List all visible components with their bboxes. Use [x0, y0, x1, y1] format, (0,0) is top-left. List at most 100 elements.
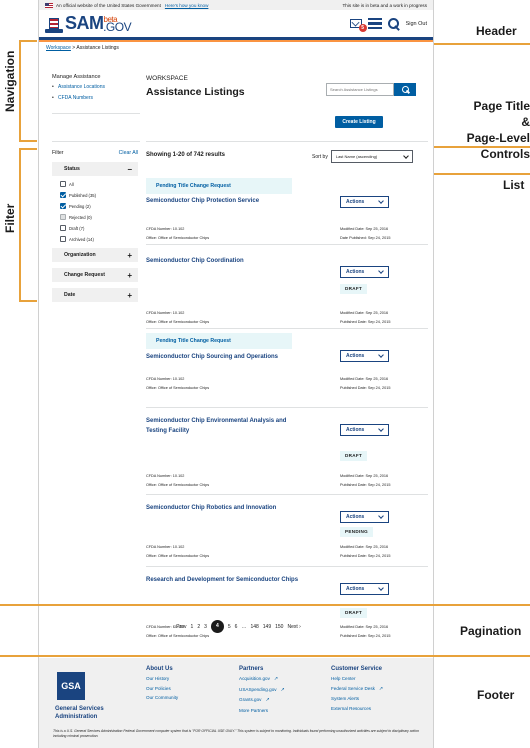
- gsa-logo[interactable]: GSA: [57, 672, 85, 700]
- footer-external-link[interactable]: USASpending.gov: [239, 687, 285, 693]
- nav-item-assistance-locations[interactable]: Assistance Locations: [52, 84, 142, 90]
- footer-link[interactable]: System Alerts: [331, 696, 383, 701]
- list-item: Pending Title Change Request Semiconduct…: [146, 174, 428, 245]
- footer-link[interactable]: External Resources: [331, 706, 383, 711]
- list-item: Pending Title Change Request Semiconduct…: [146, 329, 428, 408]
- page-link[interactable]: 1: [191, 624, 194, 630]
- page-link[interactable]: 6: [235, 624, 238, 630]
- listing-title[interactable]: Semiconductor Chip Coordination: [146, 256, 301, 266]
- page-link[interactable]: 150: [275, 624, 283, 630]
- search-icon[interactable]: [387, 17, 400, 30]
- office: Office: Office of Semiconductor Chips: [146, 483, 210, 487]
- pagination: ‹ Prev 1 2 3 4 5 6 … 148 149 150 Next ›: [39, 620, 433, 633]
- footer-external-link[interactable]: Federal Service Desk: [331, 686, 383, 692]
- sort-select[interactable]: Last Name (ascending): [330, 150, 413, 163]
- next-page-link[interactable]: Next ›: [287, 624, 300, 630]
- checkbox-checked[interactable]: [60, 192, 66, 198]
- checkbox[interactable]: [60, 225, 66, 231]
- sign-out-link[interactable]: Sign Out: [406, 21, 427, 27]
- status-option[interactable]: All: [60, 181, 138, 187]
- checkbox-checked[interactable]: [60, 203, 66, 209]
- filter-organization-toggle[interactable]: Organization +: [52, 248, 138, 262]
- heres-how-link[interactable]: Here's how you know: [165, 3, 209, 8]
- title-annotation-line1: Page Title &: [473, 99, 530, 129]
- published-date: Date Published: Sep 24, 2015: [340, 236, 391, 240]
- listing-title[interactable]: Research and Development for Semiconduct…: [146, 575, 301, 585]
- listing-dates: Modified Date: Sep 25, 2016 Date Publishe…: [340, 227, 390, 245]
- footer-column-title: Customer Service: [331, 666, 383, 672]
- actions-button[interactable]: Actions: [340, 511, 389, 523]
- title-annotation: Page Title & Page-Level Controls: [462, 98, 530, 162]
- prev-page-link[interactable]: ‹ Prev: [173, 624, 186, 630]
- list-annotation-line: [434, 173, 530, 175]
- office: Office: Office of Semiconductor Chips: [146, 554, 210, 558]
- site-header: SAM beta .GOV 5 Sign Out: [39, 10, 433, 40]
- logo-beta: beta: [103, 15, 118, 24]
- footer-link[interactable]: Our History: [146, 676, 178, 681]
- footer-external-link[interactable]: Acquisition.gov: [239, 676, 285, 682]
- footer-link[interactable]: Our Policies: [146, 686, 178, 691]
- listing-title[interactable]: Semiconductor Chip Sourcing and Operatio…: [146, 352, 301, 362]
- published-date: Published Date: Sep 24, 2015: [340, 634, 391, 638]
- footer-link[interactable]: More Partners: [239, 708, 285, 713]
- nav-item-cfda-numbers[interactable]: CFDA Numbers: [52, 95, 142, 101]
- site-footer: GSA General Services Administration Abou…: [39, 658, 433, 748]
- footer-link[interactable]: Help Center: [331, 676, 383, 681]
- chevron-down-icon: [378, 268, 384, 274]
- search-button[interactable]: [394, 83, 416, 96]
- mail-icon[interactable]: 5: [349, 19, 367, 32]
- listing-title[interactable]: Semiconductor Chip Robotics and Innovati…: [146, 503, 301, 513]
- status-option[interactable]: Archived (14): [60, 236, 138, 242]
- filter-date-toggle[interactable]: Date +: [52, 288, 138, 302]
- cfda-number: CFDA Number: 10.102: [146, 377, 185, 381]
- page-title-block: WORKSPACE Assistance Listings: [146, 75, 245, 98]
- listing-meta: CFDA Number: 10.102 Office: Office of Sem…: [146, 227, 209, 245]
- list-item: Semiconductor Chip Robotics and Innovati…: [146, 503, 428, 567]
- filter-section-title: Organization: [64, 252, 96, 258]
- actions-button[interactable]: Actions: [340, 583, 389, 595]
- page-link[interactable]: 2: [197, 624, 200, 630]
- uncle-sam-hat-icon: [45, 18, 63, 34]
- search-input[interactable]: [326, 83, 394, 96]
- footer-link[interactable]: Our Community: [146, 695, 178, 700]
- actions-button[interactable]: Actions: [340, 350, 389, 362]
- actions-label: Actions: [346, 586, 365, 592]
- page-link[interactable]: 3: [204, 624, 207, 630]
- breadcrumb-workspace[interactable]: Workspace: [46, 45, 71, 51]
- gsa-name: General Services Administration: [55, 706, 104, 720]
- listing-title[interactable]: Semiconductor Chip Protection Service: [146, 196, 301, 206]
- checkbox[interactable]: [60, 181, 66, 187]
- actions-button[interactable]: Actions: [340, 196, 389, 208]
- listing-title[interactable]: Semiconductor Chip Environmental Analysi…: [146, 416, 301, 436]
- filter-status-title: Status: [64, 166, 80, 172]
- checkbox-disabled: [60, 214, 66, 220]
- checkbox[interactable]: [60, 236, 66, 242]
- clear-all-link[interactable]: Clear All: [119, 150, 138, 156]
- footer-customer-service-column: Customer Service Help Center Federal Ser…: [331, 666, 383, 715]
- status-option[interactable]: Pending (2): [60, 203, 138, 209]
- listing-meta: CFDA Number: 10.102 Office: Office of Sem…: [146, 377, 209, 395]
- sam-logo[interactable]: SAM beta .GOV: [45, 13, 132, 34]
- modified-date: Modified Date: Sep 25, 2016: [340, 474, 389, 478]
- create-listing-button[interactable]: Create Listing: [335, 116, 383, 128]
- search-button-icon: [401, 86, 409, 93]
- menu-icon[interactable]: [367, 18, 382, 29]
- status-option[interactable]: Published (35): [60, 192, 138, 198]
- breadcrumb: Workspace > Assistance Listings: [39, 42, 433, 54]
- status-option-label: Rejected (0): [69, 214, 92, 220]
- results-summary: Showing 1-20 of 742 results: [146, 152, 226, 158]
- filter-annotation-bracket: [19, 148, 21, 300]
- page-link[interactable]: 5: [228, 624, 231, 630]
- modified-date: Modified Date: Sep 25, 2016: [340, 311, 389, 315]
- status-option[interactable]: Draft (7): [60, 225, 138, 231]
- page-title: Assistance Listings: [146, 86, 245, 98]
- filter-section-title: Date: [64, 292, 76, 298]
- filter-status-toggle[interactable]: Status −: [52, 162, 138, 176]
- actions-button[interactable]: Actions: [340, 424, 389, 436]
- cfda-number: CFDA Number: 10.102: [146, 474, 185, 478]
- page-link[interactable]: 149: [263, 624, 271, 630]
- page-link[interactable]: 148: [250, 624, 258, 630]
- footer-external-link[interactable]: Grants.gov: [239, 697, 285, 703]
- actions-button[interactable]: Actions: [340, 266, 389, 278]
- filter-change-request-toggle[interactable]: Change Request +: [52, 268, 138, 282]
